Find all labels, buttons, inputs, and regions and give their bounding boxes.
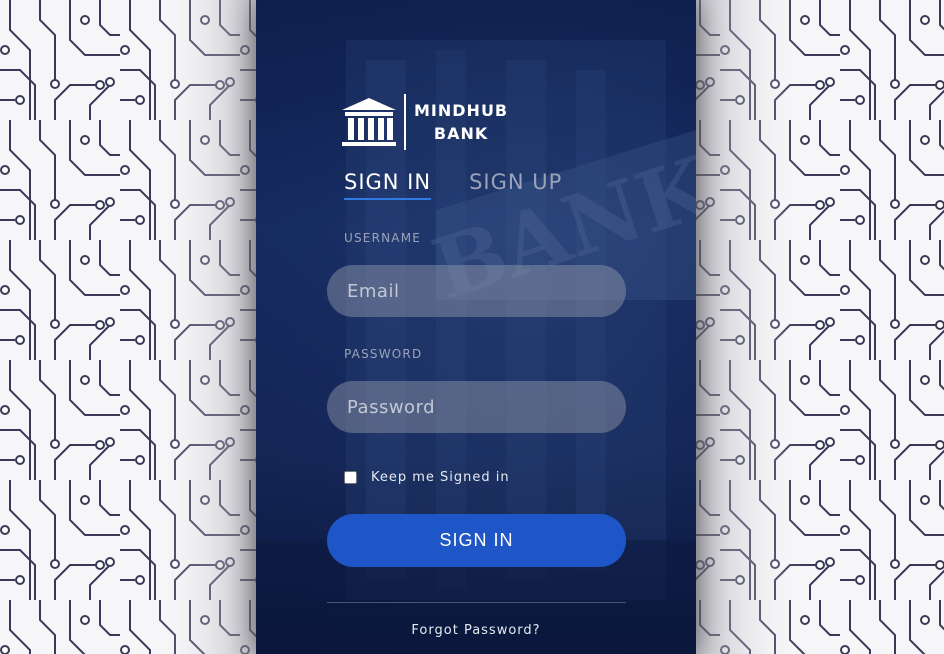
keep-signed-in-row: Keep me Signed in: [344, 470, 510, 485]
brand-name: MINDHUB BANK: [414, 99, 508, 145]
password-label: PASSWORD: [344, 347, 423, 361]
tab-sign-in[interactable]: SIGN IN: [344, 170, 432, 200]
keep-signed-in-checkbox[interactable]: [344, 471, 357, 484]
forgot-password-link[interactable]: Forgot Password?: [256, 623, 696, 638]
brand-name-line1: MINDHUB: [414, 101, 509, 120]
login-panel: BANK MINDHUB BANK SIGN IN SIGN UP USERNA…: [256, 0, 696, 654]
username-input[interactable]: [327, 265, 626, 317]
keep-signed-in-label[interactable]: Keep me Signed in: [371, 470, 510, 485]
logo-divider: [404, 94, 406, 150]
form-divider: [327, 602, 626, 603]
brand-logo: MINDHUB BANK: [340, 94, 508, 150]
password-input[interactable]: [327, 381, 626, 433]
tab-sign-up[interactable]: SIGN UP: [469, 170, 562, 200]
brand-name-line2: BANK: [433, 124, 489, 143]
login-page: BANK MINDHUB BANK SIGN IN SIGN UP USERNA…: [0, 0, 944, 654]
auth-tabs: SIGN IN SIGN UP: [344, 170, 562, 200]
sign-in-button[interactable]: SIGN IN: [327, 514, 626, 567]
bank-building-icon: [342, 98, 396, 146]
username-label: USERNAME: [344, 231, 422, 245]
